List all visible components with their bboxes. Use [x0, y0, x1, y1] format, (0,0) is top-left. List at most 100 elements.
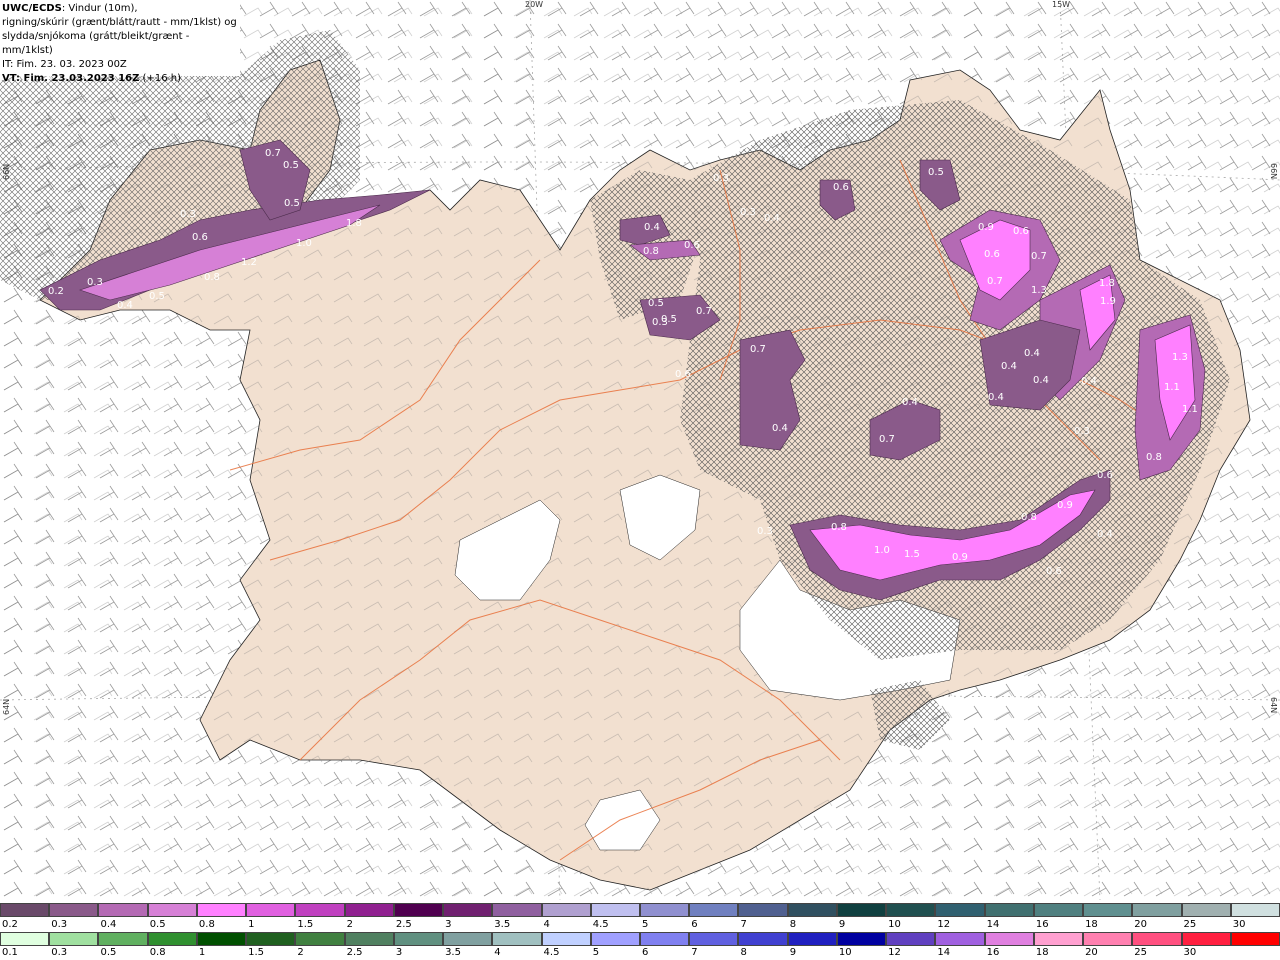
colorbar-label: 12 [888, 947, 901, 958]
colorbar-swatch [0, 932, 50, 946]
lon-label-15w: 15W [1052, 0, 1071, 9]
colorbar-swatch [1132, 932, 1182, 946]
precip-label: 0.8 [831, 522, 847, 533]
precip-label: 0.8 [204, 272, 220, 283]
colorbar-swatch [1181, 932, 1231, 946]
colorbar-label: 0.5 [100, 947, 117, 958]
precip-label: 1.8 [1099, 278, 1115, 289]
colorbar-label: 30 [1183, 947, 1197, 958]
precip-label: 0.6 [984, 249, 1000, 260]
colorbar-swatch [196, 903, 247, 917]
colorbar-label: 1 [198, 947, 206, 958]
precip-label: 0.5 [648, 298, 664, 309]
colorbar-label: 18 [1085, 919, 1098, 930]
weather-map: 0.7 0.5 0.5 1.8 0.3 0.6 1.0 1.2 0.8 0.5 … [0, 0, 1280, 900]
precip-label: 0.6 [1097, 470, 1113, 481]
info-title-rest: : Vindur (10m), [61, 3, 138, 14]
colorbar-label: 4.5 [592, 919, 609, 930]
precip-label: 0.4 [1097, 529, 1113, 540]
colorbar-label: 0.1 [2, 947, 18, 958]
colorbar-swatch [0, 903, 50, 917]
colorbar-swatch [98, 903, 148, 917]
colorbar-label: 20 [1134, 919, 1148, 930]
colorbar-label: 1.5 [297, 919, 314, 930]
colorbar-swatch [640, 932, 690, 946]
colorbar-swatch [787, 932, 837, 946]
colorbar-swatch [492, 903, 542, 917]
colorbar-swatch [246, 932, 296, 946]
colorbar-swatch [541, 932, 591, 946]
colorbar-label: 0.3 [51, 947, 68, 958]
colorbar-label: 16 [1035, 919, 1049, 930]
colorbar-label: 1 [248, 919, 255, 930]
colorbar-swatch [1083, 932, 1133, 946]
colorbar-label: 0.3 [51, 919, 68, 930]
colorbar-label: 14 [937, 947, 951, 958]
info-valid-time: VT: Fim. 23.03.2023 16Z [2, 73, 140, 84]
precip-label: 0.8 [643, 246, 659, 257]
colorbar-label: 3.5 [494, 919, 511, 930]
precip-label: 0.7 [696, 306, 712, 317]
colorbar-label: 5 [592, 947, 600, 958]
precip-label: 0.4 [772, 423, 788, 434]
colorbar-swatch [935, 932, 985, 946]
colorbar-swatch [344, 932, 394, 946]
precip-label: 0.3 [740, 207, 756, 218]
colorbar-swatch [147, 932, 197, 946]
colorbar-label: 30 [1232, 919, 1246, 930]
precip-label: 0.5 [149, 291, 165, 302]
precip-label: 0.3 [713, 173, 729, 184]
colorbar-swatch [393, 903, 444, 917]
colorbar-swatch [1230, 903, 1280, 917]
precip-label: 0.6 [684, 240, 700, 251]
colorbar-swatch [1033, 932, 1084, 946]
colorbar-label: 0.2 [2, 919, 18, 930]
colorbar-label: 3 [395, 947, 403, 958]
colorbar-swatch [886, 932, 936, 946]
precip-label: 1.5 [904, 549, 920, 560]
precip-label: 0.7 [265, 148, 281, 159]
colorbar-label: 10 [838, 947, 852, 958]
colorbar-swatch [541, 903, 591, 917]
precip-label: 0.5 [928, 167, 944, 178]
precip-label: 0.4 [1024, 348, 1040, 359]
colorbar-label: 2 [346, 919, 353, 930]
precip-label: 0.4 [117, 300, 133, 311]
precip-label: 0.3 [87, 277, 103, 288]
precip-label: 0.6 [1013, 226, 1029, 237]
colorbar-swatch [246, 903, 296, 917]
colorbar-swatch [836, 932, 887, 946]
colorbar-label: 3 [445, 919, 452, 930]
colorbar-label: 3.5 [445, 947, 461, 958]
precip-label: 0.4 [1081, 376, 1097, 387]
precip-label: 1.0 [296, 238, 312, 249]
colorbar-swatch [443, 903, 493, 917]
precip-label: 0.3 [757, 526, 773, 537]
colorbar-label: 7 [691, 947, 698, 958]
colorbar-swatch [1083, 903, 1133, 917]
colorbar-label: 18 [1035, 947, 1049, 958]
precip-label: 0.4 [644, 222, 660, 233]
colorbar-swatch [1132, 903, 1182, 917]
colorbar-label: 6 [691, 919, 698, 930]
colorbar-swatch [836, 903, 887, 917]
precip-label: 1.2 [241, 257, 257, 268]
colorbar-swatch [393, 932, 444, 946]
precip-label: 0.4 [1033, 375, 1049, 386]
colorbar-label: 25 [1134, 947, 1148, 958]
snow-colorbar [0, 903, 1280, 917]
colorbar-label: 0.8 [198, 919, 215, 930]
precip-label: 0.9 [1057, 500, 1073, 511]
precip-label: 0.8 [1146, 452, 1162, 463]
colorbar-swatch [738, 932, 788, 946]
colorbar-label: 14 [986, 919, 1000, 930]
info-title-bold: UWC/ECDS [2, 3, 62, 14]
info-line-rain: rigning/skúrir (grænt/blátt/rautt - mm/1… [2, 17, 237, 28]
colorbar-swatch [443, 932, 493, 946]
colorbar-swatch [196, 932, 247, 946]
info-line-initial-time: IT: Fim. 23. 03. 2023 00Z [2, 59, 127, 70]
colorbar-label: 10 [888, 919, 901, 930]
precip-label: 0.7 [987, 276, 1003, 287]
colorbar-label: 7 [740, 919, 747, 930]
colorbar-label: 0.5 [149, 919, 166, 930]
